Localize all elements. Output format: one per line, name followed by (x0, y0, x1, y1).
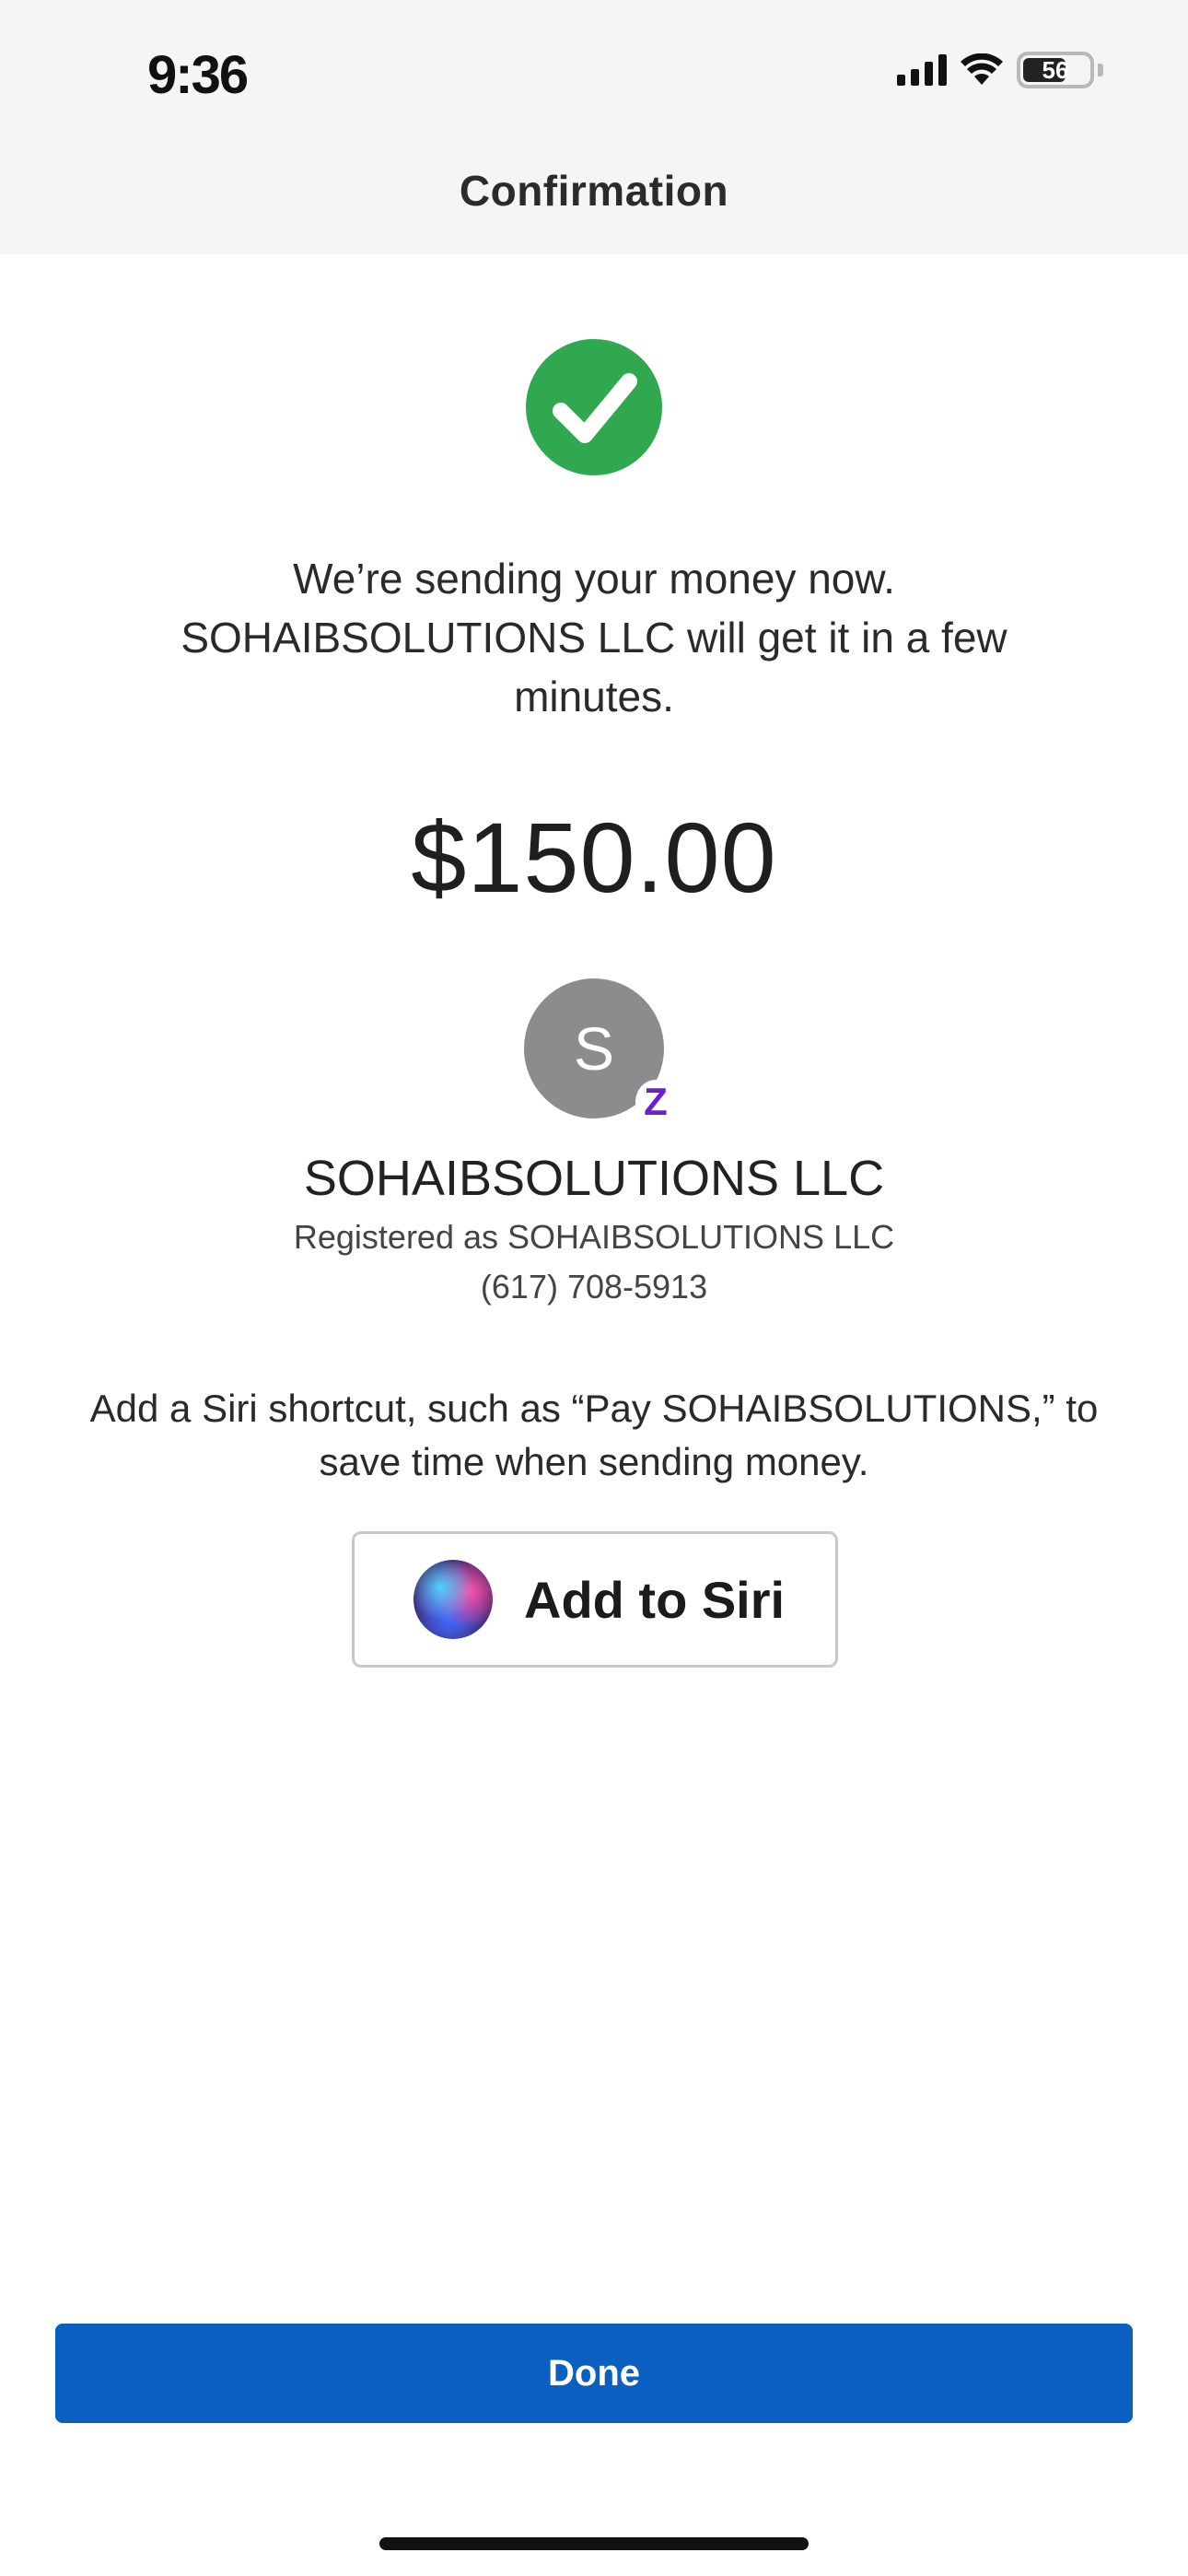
recipient-registered-name: Registered as SOHAIBSOLUTIONS LLC (293, 1218, 895, 1256)
battery-icon: 56 (1017, 52, 1094, 88)
wifi-icon (961, 53, 1003, 85)
siri-hint-text: Add a Siri shortcut, such as “Pay SOHAIB… (89, 1387, 1099, 1483)
confirmation-message: We’re sending your money now. SOHAIBSOLU… (181, 555, 1007, 720)
recipient-name: SOHAIBSOLUTIONS LLC (303, 1151, 885, 1206)
zelle-badge-icon: Z (635, 1080, 676, 1124)
page-title: Confirmation (459, 167, 729, 215)
success-checkmark-icon (526, 339, 662, 475)
header: 9:36 56 Confirmation (0, 0, 1188, 254)
status-icons: 56 (897, 52, 1103, 88)
home-indicator[interactable] (379, 2537, 809, 2550)
payment-amount: $150.00 (411, 802, 777, 913)
cellular-signal-icon (897, 54, 947, 86)
confirmation-screen: 9:36 56 Confirmation We’re sending your … (0, 0, 1188, 2576)
add-to-siri-label: Add to Siri (524, 1570, 786, 1629)
status-time: 9:36 (147, 45, 249, 105)
add-to-siri-button[interactable]: Add to Siri (352, 1531, 838, 1668)
battery-cap (1098, 64, 1103, 76)
siri-icon (413, 1560, 493, 1639)
recipient-phone: (617) 708-5913 (480, 1268, 708, 1306)
battery-level: 56 (1042, 55, 1069, 84)
done-button[interactable]: Done (55, 2324, 1133, 2423)
